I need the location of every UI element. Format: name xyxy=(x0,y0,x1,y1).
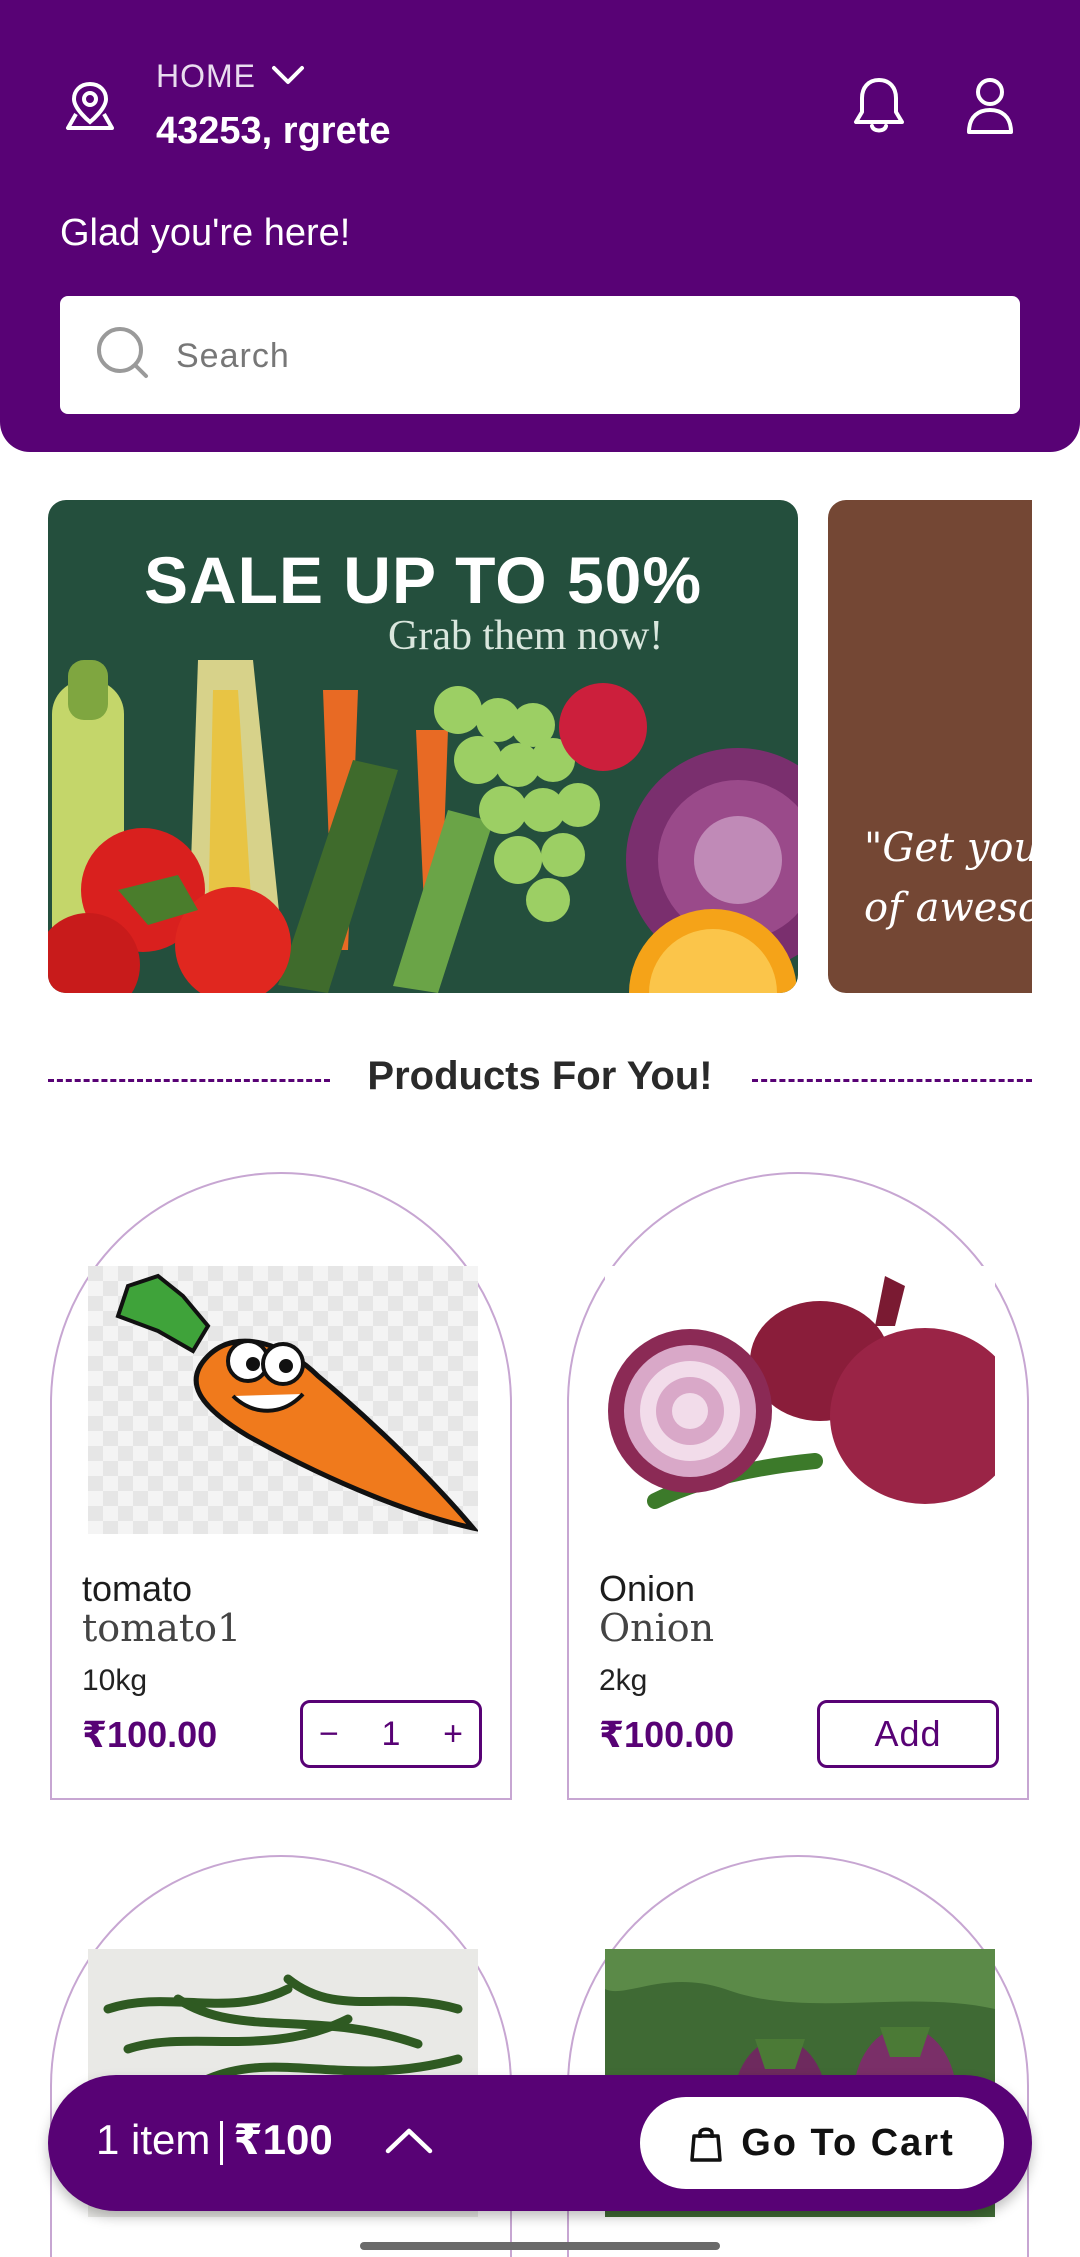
chevron-down-icon[interactable] xyxy=(270,62,306,90)
dashed-divider-left xyxy=(48,1079,330,1082)
product-description: tomato1 xyxy=(82,1606,242,1650)
product-card[interactable]: Onion Onion 2kg ₹100.00 Add xyxy=(567,1172,1029,1800)
greeting-text: Glad you're here! xyxy=(60,212,351,254)
cart-summary[interactable]: 1 item ₹100 xyxy=(96,2115,333,2165)
cart-summary-bar[interactable]: 1 item ₹100 Go To Cart xyxy=(48,2075,1032,2211)
user-icon[interactable] xyxy=(963,74,1017,136)
delivery-address[interactable]: 43253, rgrete xyxy=(156,110,391,153)
product-quantity: 10kg xyxy=(82,1664,148,1697)
add-to-cart-button[interactable]: Add xyxy=(817,1700,999,1768)
product-name: Onion xyxy=(599,1568,696,1609)
home-indicator[interactable] xyxy=(360,2242,720,2250)
product-name: tomato xyxy=(82,1568,193,1609)
divider xyxy=(220,2120,224,2165)
cart-item-count: 1 item xyxy=(96,2116,211,2163)
promo-banner-2[interactable]: "Get your of aweso xyxy=(828,500,1032,993)
quantity-value: 1 xyxy=(381,1714,401,1753)
product-price: ₹100.00 xyxy=(599,1714,735,1755)
section-title: Products For You! xyxy=(367,1054,713,1098)
search-input[interactable] xyxy=(174,326,978,386)
banner-2-text: "Get your of aweso xyxy=(864,825,1032,931)
search-bar[interactable] xyxy=(60,296,1020,414)
product-quantity: 2kg xyxy=(599,1664,648,1697)
banner-title: SALE UP TO 50% xyxy=(143,543,703,617)
dashed-divider-right xyxy=(752,1079,1032,1082)
product-description: Onion xyxy=(599,1606,715,1650)
sale-banner[interactable]: SALE UP TO 50% Grab them now! xyxy=(48,500,798,993)
product-card[interactable]: tomato tomato1 10kg ₹100.00 − 1 + xyxy=(50,1172,512,1800)
bell-icon[interactable] xyxy=(850,74,908,136)
go-to-cart-button[interactable]: Go To Cart xyxy=(640,2097,1004,2189)
chevron-up-icon[interactable] xyxy=(384,2125,434,2155)
location-type[interactable]: HOME xyxy=(156,58,256,95)
search-icon xyxy=(97,327,148,378)
product-image-carrot xyxy=(88,1266,478,1534)
shopping-bag-icon xyxy=(690,2127,722,2162)
increase-button[interactable]: + xyxy=(443,1715,463,1754)
quantity-stepper[interactable]: − 1 + xyxy=(300,1700,482,1768)
location-pin-icon[interactable] xyxy=(62,78,118,134)
app-header: HOME 43253, rgrete Glad you're here! xyxy=(0,0,1080,452)
go-to-cart-label: Go To Cart xyxy=(741,2121,955,2164)
decrease-button[interactable]: − xyxy=(319,1715,339,1754)
vegetables-image xyxy=(48,660,798,993)
cart-total: ₹100 xyxy=(233,2116,333,2163)
product-price: ₹100.00 xyxy=(82,1714,218,1755)
product-image-onion xyxy=(605,1266,995,1534)
